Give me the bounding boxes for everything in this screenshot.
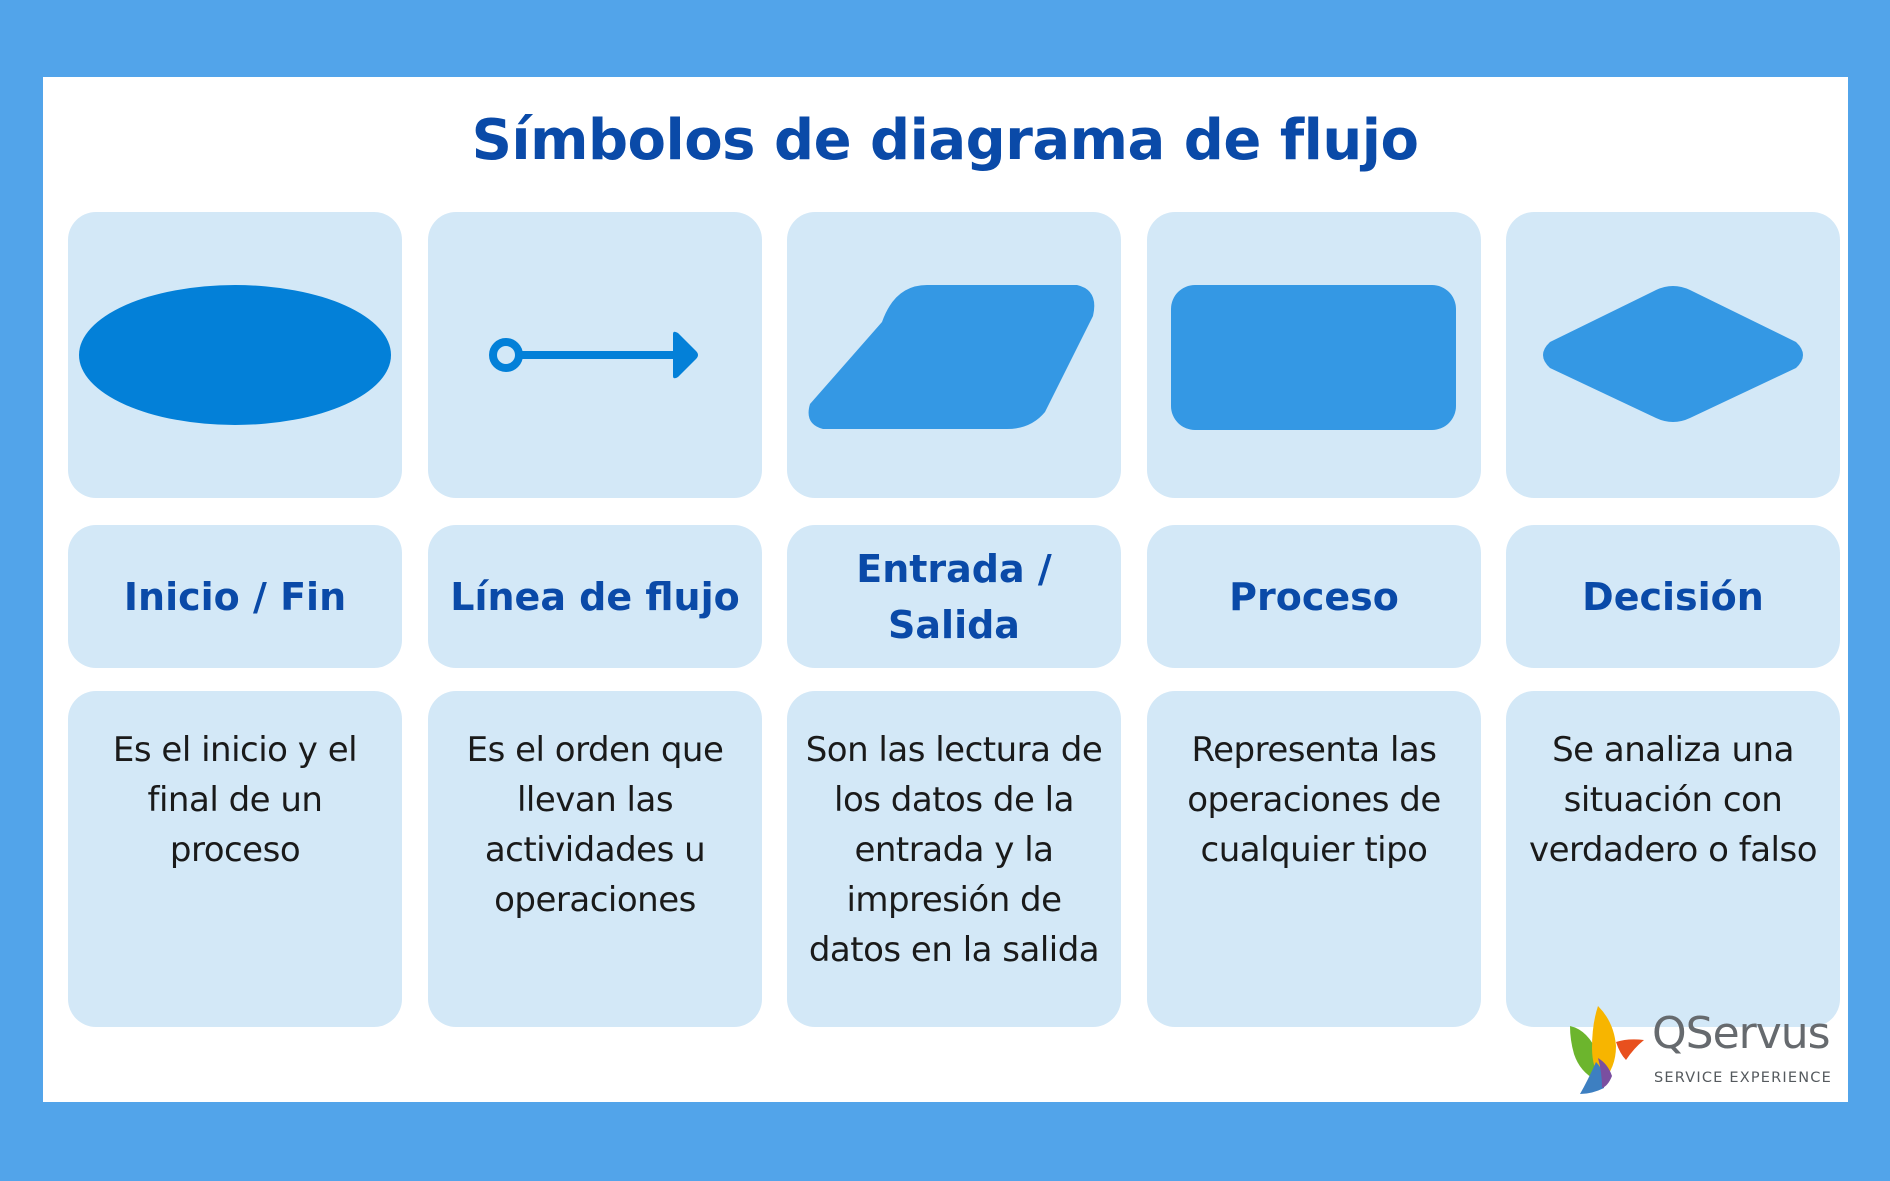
label-card-linea-de-flujo: Línea de flujo bbox=[428, 525, 762, 668]
description-card-inicio-fin: Es el inicio y el final de un proceso bbox=[68, 691, 402, 1027]
symbol-label: Inicio / Fin bbox=[123, 574, 347, 619]
symbol-card-inicio-fin bbox=[68, 212, 402, 498]
symbol-description: Es el inicio y el final de un proceso bbox=[112, 730, 358, 870]
symbol-label: Entrada / Salida bbox=[856, 546, 1052, 647]
description-card-entrada-salida: Son las lectura de los datos de la entra… bbox=[787, 691, 1121, 1027]
bird-logo-icon bbox=[1570, 1006, 1644, 1094]
diamond-icon bbox=[1543, 286, 1803, 422]
logo-name: QServus bbox=[1652, 1008, 1831, 1059]
description-card-proceso: Representa las operaciones de cualquier … bbox=[1147, 691, 1481, 1027]
description-card-linea-de-flujo: Es el orden que llevan las actividades u… bbox=[428, 691, 762, 1027]
symbol-label: Línea de flujo bbox=[450, 574, 740, 619]
symbol-card-proceso bbox=[1147, 212, 1481, 498]
ellipse-icon bbox=[79, 285, 391, 425]
arrow-icon bbox=[489, 331, 698, 379]
label-card-decision: Decisión bbox=[1506, 525, 1840, 668]
symbol-description: Representa las operaciones de cualquier … bbox=[1187, 730, 1441, 870]
symbol-card-decision bbox=[1506, 212, 1840, 498]
symbol-description: Es el orden que llevan las actividades u… bbox=[466, 730, 724, 920]
label-card-inicio-fin: Inicio / Fin bbox=[68, 525, 402, 668]
symbol-label: Proceso bbox=[1229, 574, 1399, 619]
label-card-entrada-salida: Entrada / Salida bbox=[787, 525, 1121, 668]
symbol-card-linea-de-flujo bbox=[428, 212, 762, 498]
symbol-label: Decisión bbox=[1582, 574, 1764, 619]
description-card-decision: Se analiza una situación con verdadero o… bbox=[1506, 691, 1840, 1027]
symbol-description: Se analiza una situación con verdadero o… bbox=[1528, 730, 1818, 870]
rectangle-icon bbox=[1171, 285, 1456, 430]
symbol-description: Son las lectura de los datos de la entra… bbox=[805, 730, 1103, 970]
parallelogram-icon bbox=[808, 285, 1095, 429]
qservus-logo: QServus SERVICE EXPERIENCE bbox=[1568, 1002, 1838, 1094]
page-title: Símbolos de diagrama de flujo bbox=[471, 108, 1419, 173]
logo-tagline: SERVICE EXPERIENCE bbox=[1654, 1070, 1832, 1086]
label-card-proceso: Proceso bbox=[1147, 525, 1481, 668]
symbol-card-entrada-salida bbox=[787, 212, 1121, 498]
